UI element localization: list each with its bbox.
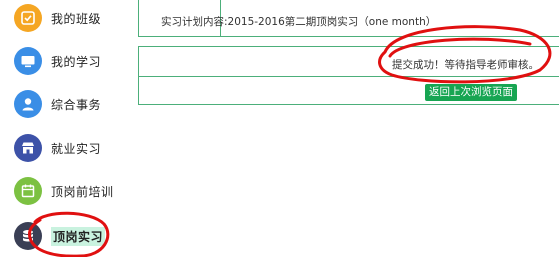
sidebar-item-employment[interactable]: 就业实习 <box>14 133 101 163</box>
action-row: 返回上次浏览页面 <box>138 76 559 105</box>
back-to-previous-button[interactable]: 返回上次浏览页面 <box>425 84 517 101</box>
plan-value: 2015-2016第二期顶岗实习（one month） <box>227 16 437 28</box>
monitor-icon <box>14 47 42 75</box>
calendar-icon <box>14 177 42 205</box>
plan-content: 实习计划内容:2015-2016第二期顶岗实习（one month） <box>161 14 436 29</box>
sidebar-item-pre-training[interactable]: 顶岗前培训 <box>14 176 114 206</box>
sidebar-item-label: 顶岗实习 <box>51 226 106 246</box>
notice-row: 提交成功！等待指导老师审核。 <box>138 46 559 77</box>
sidebar-item-label: 我的学习 <box>51 54 102 69</box>
sidebar-item-label: 我的班级 <box>51 11 102 26</box>
sidebar-item-affairs[interactable]: 综合事务 <box>14 89 101 119</box>
submit-success-message: 提交成功！等待指导老师审核。 <box>392 59 539 71</box>
sidebar-item-my-class[interactable]: 我的班级 <box>14 3 101 33</box>
sidebar-item-my-study[interactable]: 我的学习 <box>14 46 101 76</box>
plan-label: 实习计划内容: <box>161 16 228 28</box>
sidebar-item-label: 综合事务 <box>51 97 102 112</box>
sidebar-item-label: 顶岗前培训 <box>51 184 114 199</box>
plan-row: 实习计划内容:2015-2016第二期顶岗实习（one month） <box>138 0 559 37</box>
sidebar-item-label: 就业实习 <box>51 141 102 156</box>
sidebar: 我的班级 我的学习 综合事务 就业实习 顶岗前培训 顶岗实习 <box>0 0 130 257</box>
store-icon <box>14 134 42 162</box>
database-icon <box>14 222 42 250</box>
class-icon <box>14 4 42 32</box>
sidebar-item-internship[interactable]: 顶岗实习 <box>14 221 106 251</box>
user-icon <box>14 90 42 118</box>
